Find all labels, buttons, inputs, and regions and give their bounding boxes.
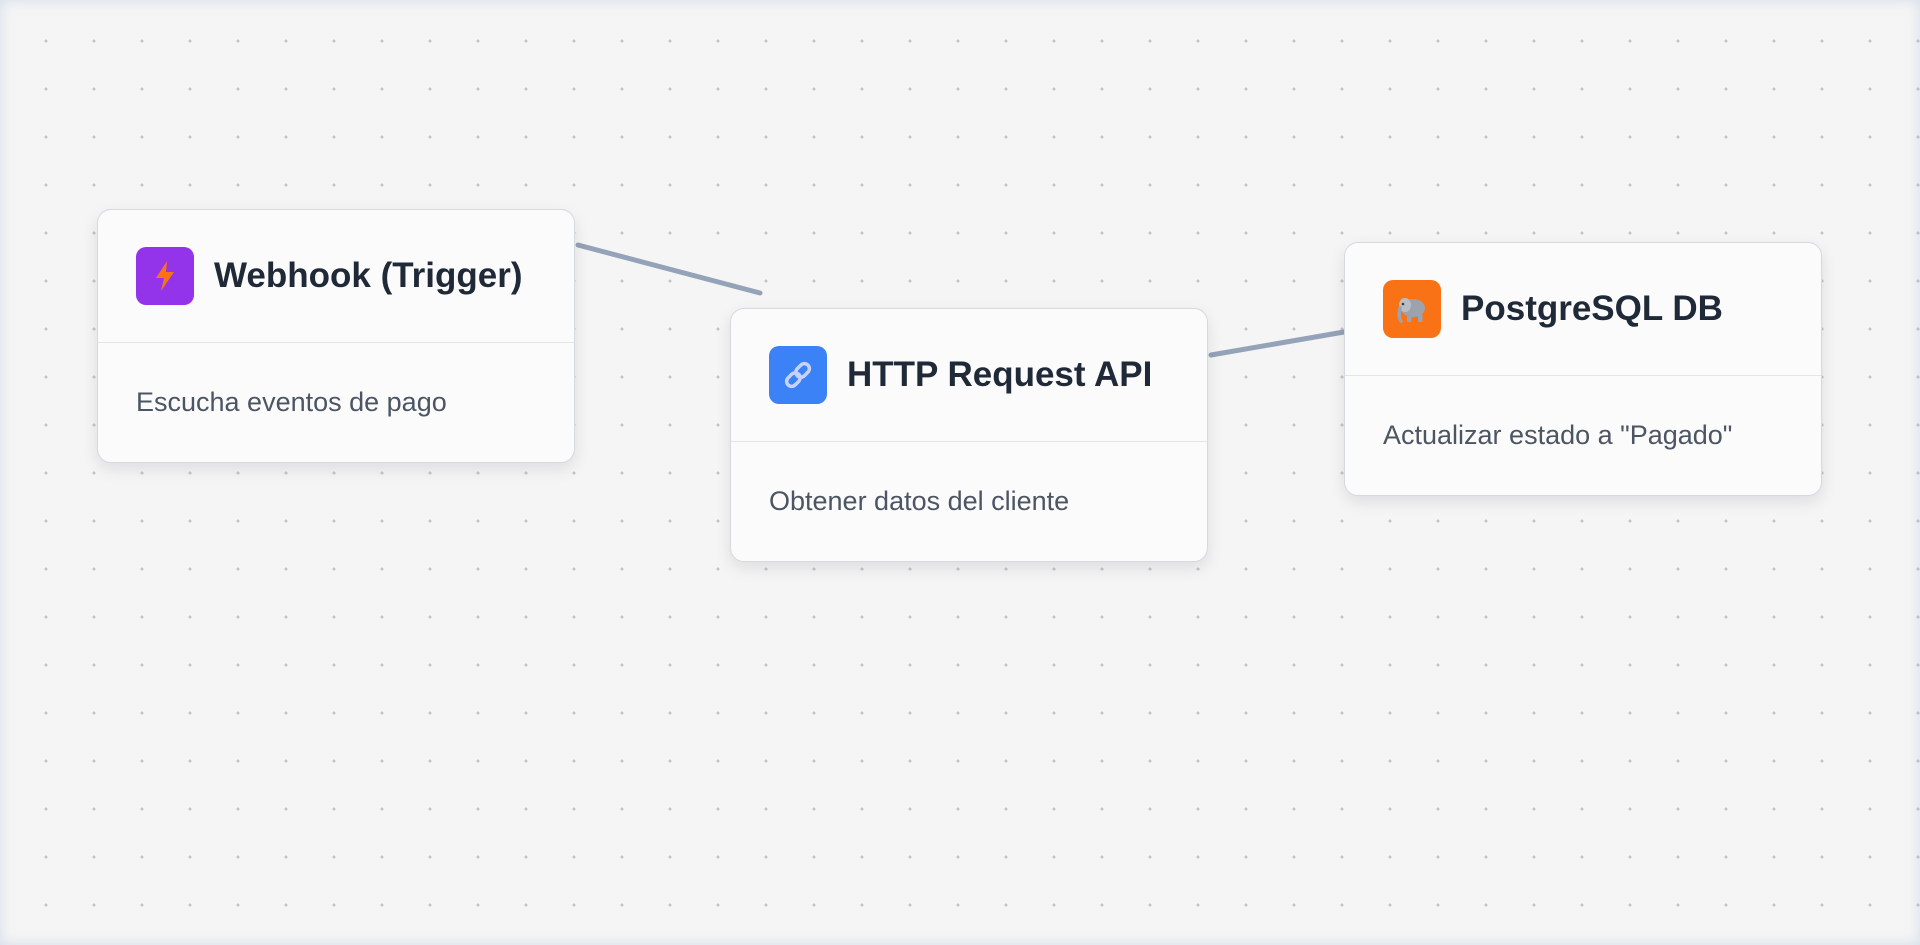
node-http-request[interactable]: HTTP Request API Obtener datos del clien… [730, 308, 1208, 562]
connection-http-to-postgres[interactable] [1208, 329, 1347, 358]
node-header: PostgreSQL DB [1345, 243, 1821, 376]
workflow-canvas[interactable]: Webhook (Trigger) Escucha eventos de pag… [0, 0, 1920, 945]
node-header: Webhook (Trigger) [98, 210, 574, 343]
node-title: Webhook (Trigger) [214, 256, 523, 295]
elephant-icon [1383, 280, 1441, 338]
node-description: Actualizar estado a "Pagado" [1383, 420, 1733, 450]
node-webhook-trigger[interactable]: Webhook (Trigger) Escucha eventos de pag… [97, 209, 575, 463]
lightning-bolt-icon [136, 247, 194, 305]
node-header: HTTP Request API [731, 309, 1207, 442]
node-postgresql-db[interactable]: PostgreSQL DB Actualizar estado a "Pagad… [1344, 242, 1822, 496]
node-title: HTTP Request API [847, 355, 1153, 394]
node-description: Obtener datos del cliente [769, 486, 1070, 516]
node-title: PostgreSQL DB [1461, 289, 1723, 328]
link-icon [769, 346, 827, 404]
connection-webhook-to-http[interactable] [575, 242, 763, 296]
node-description: Escucha eventos de pago [136, 387, 447, 417]
